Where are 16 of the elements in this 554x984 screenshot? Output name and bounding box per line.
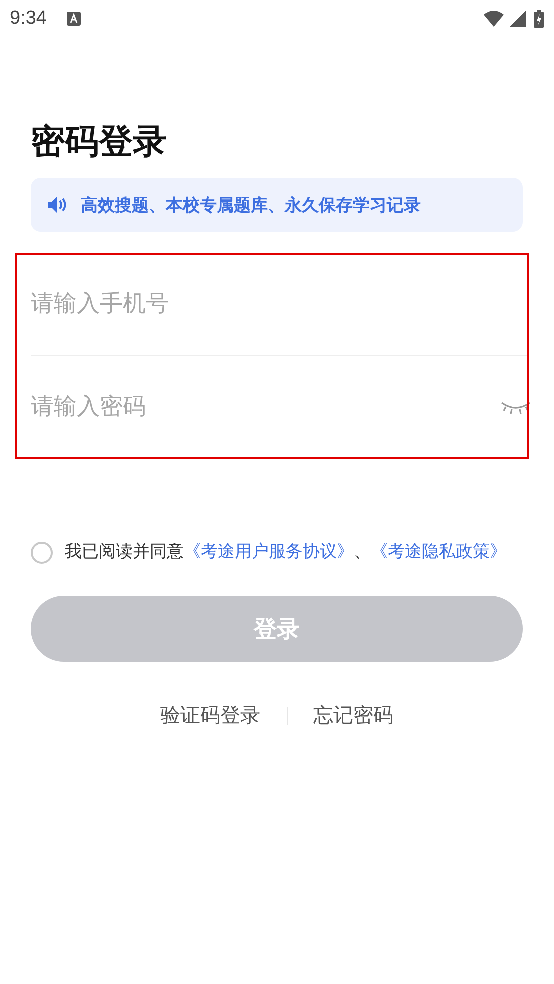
battery-icon: [534, 10, 544, 28]
password-field[interactable]: 请输入密码: [31, 394, 501, 420]
bottom-link[interactable]: 忘记密码: [314, 702, 394, 729]
status-time: 9:34: [10, 8, 47, 30]
bottom-link[interactable]: 验证码登录: [160, 702, 260, 729]
phone-field[interactable]: 请输入手机号: [31, 291, 527, 317]
agreement-link[interactable]: 《考途隐私政策》: [371, 542, 507, 562]
agreement-link[interactable]: 《考途用户服务协议》: [184, 542, 354, 562]
speaker-icon: [47, 196, 69, 214]
page-title: 密码登录: [31, 121, 168, 164]
agreement-text: 我已阅读并同意《考途用户服务协议》、《考途隐私政策》: [65, 541, 507, 564]
keyboard-notification-icon: [66, 12, 81, 26]
notice-text: 高效搜题、本校专属题库、永久保存学习记录: [81, 194, 421, 216]
wifi-icon: [484, 11, 504, 27]
agree-checkbox[interactable]: [31, 542, 53, 564]
signal-icon: [510, 11, 526, 27]
